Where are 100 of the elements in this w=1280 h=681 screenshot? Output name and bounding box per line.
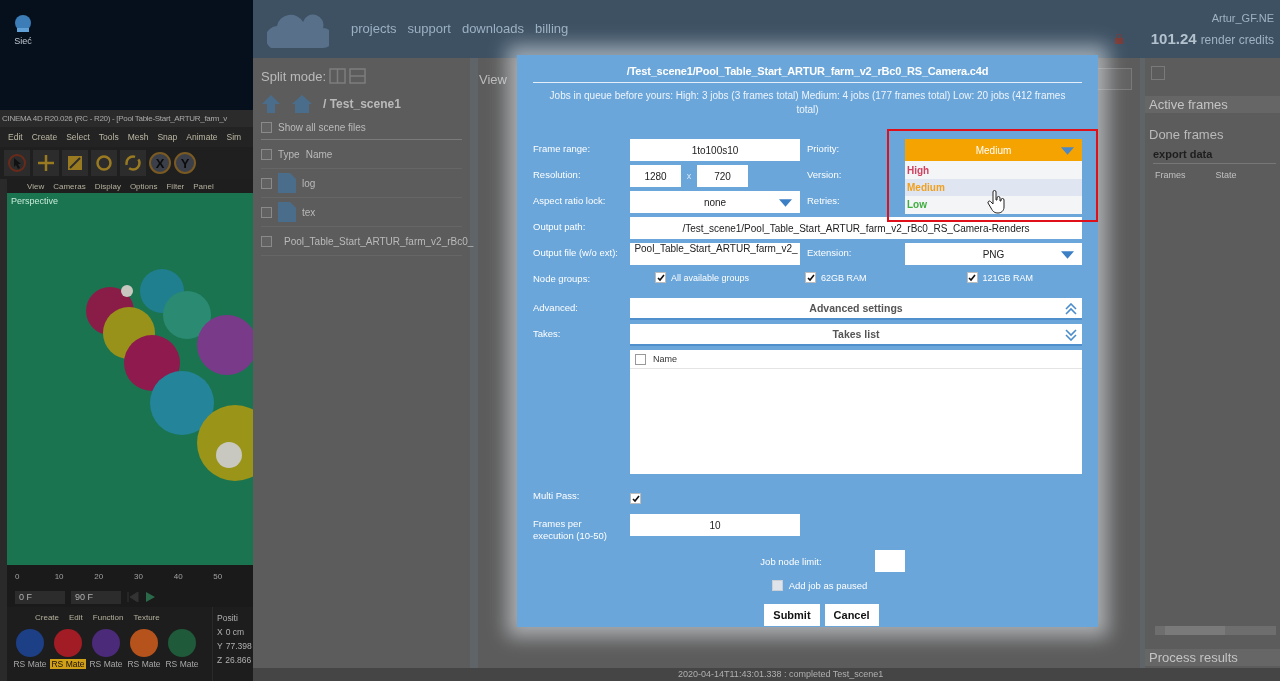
output-path-field[interactable]: /Test_scene1/Pool_Table_Start_ARTUR_farm_v2_rBc0_RS_Camera-Renders — [630, 217, 1082, 239]
menu-item[interactable]: Panel — [193, 181, 214, 191]
checkbox[interactable] — [261, 206, 272, 218]
field-label: Multi Pass: — [533, 489, 581, 501]
advanced-settings-header[interactable]: Advanced settings — [630, 298, 1082, 320]
file-name[interactable]: log — [302, 177, 316, 189]
checkbox[interactable] — [261, 177, 272, 189]
skip-back-icon[interactable] — [127, 592, 139, 602]
coordinate-field[interactable]: 77.398 — [225, 641, 252, 651]
menu-item[interactable]: Edit — [69, 613, 83, 622]
up-arrow-icon[interactable] — [261, 94, 281, 114]
checkbox[interactable] — [261, 148, 272, 160]
horizontal-split-icon[interactable] — [349, 68, 367, 84]
menu-item[interactable]: Create — [31, 132, 58, 142]
frame-range-field[interactable]: 1to100s10 — [630, 139, 800, 161]
material-swatch[interactable] — [53, 628, 83, 658]
material-label[interactable]: RS Mate — [126, 659, 162, 669]
menu-item[interactable]: Function — [92, 613, 124, 622]
split-mode-label: Split mode: — [261, 68, 327, 84]
menu-item[interactable]: Select — [66, 132, 90, 142]
checkbox[interactable] — [771, 580, 783, 591]
checkbox[interactable] — [805, 272, 817, 283]
checkbox[interactable] — [635, 353, 646, 365]
material-swatch[interactable] — [91, 628, 121, 658]
end-frame-field[interactable]: 90 F — [71, 590, 121, 604]
file-name[interactable]: Pool_Table_Start_ARTUR_farm_v2_rBc0_ — [284, 235, 474, 247]
menu-item[interactable]: View — [27, 181, 45, 191]
credits-amount: 101.24 — [1150, 29, 1197, 47]
checkbox[interactable] — [630, 493, 641, 504]
column-header: Name — [305, 148, 333, 160]
material-label[interactable]: RS Mate — [50, 659, 86, 669]
field-label: Aspect ratio lock: — [533, 194, 607, 206]
scale-icon[interactable] — [62, 150, 88, 176]
material-label[interactable]: RS Mate — [164, 659, 200, 669]
checkbox[interactable] — [261, 122, 272, 133]
axis-label: Y — [217, 641, 223, 651]
extension-dropdown[interactable]: PNG — [905, 243, 1082, 265]
field-label: Priority: — [806, 142, 841, 154]
menu-item[interactable]: Filter — [166, 181, 185, 191]
start-frame-field[interactable]: 0 F — [15, 590, 65, 604]
menu-item[interactable]: Animate — [186, 132, 218, 142]
window-title: CINEMA 4D R20.026 (RC - R20) - [Pool Table-Start_ARTUR_farm_v — [0, 110, 253, 127]
checkbox[interactable] — [966, 272, 978, 283]
material-swatch[interactable] — [15, 628, 45, 658]
network-icon[interactable] — [12, 14, 34, 34]
dropdown-option[interactable]: High — [905, 162, 1082, 179]
section-header[interactable]: Done frames — [1145, 113, 1280, 142]
rotate-icon[interactable] — [120, 150, 146, 176]
file-name[interactable]: tex — [302, 206, 316, 218]
dialog-button[interactable]: Submit — [764, 604, 820, 626]
scrollbar-thumb[interactable] — [1165, 626, 1225, 635]
play-icon[interactable] — [145, 592, 155, 602]
menu-item[interactable]: Snap — [157, 132, 178, 142]
coordinate-field[interactable]: 0 cm — [225, 627, 245, 637]
output-file-field[interactable]: Pool_Table_Start_ARTUR_farm_v2_ — [630, 243, 800, 265]
field-label: Version: — [806, 168, 843, 180]
coordinate-field[interactable]: 26.866 — [225, 655, 252, 665]
lock-icon — [1114, 33, 1123, 44]
takes-list-header[interactable]: Takes list — [630, 324, 1082, 346]
separator: x — [685, 171, 693, 181]
user-name[interactable]: Artur_GF.NE — [1211, 11, 1274, 24]
rotate-icon[interactable] — [91, 150, 117, 176]
menu-item[interactable]: Mesh — [127, 132, 149, 142]
nav-link[interactable]: projects — [351, 20, 397, 36]
menu-item[interactable]: Options — [129, 181, 158, 191]
checkbox[interactable] — [655, 272, 666, 283]
material-label[interactable]: RS Mate — [88, 659, 124, 669]
breadcrumb-path: / Test_scene1 — [323, 97, 401, 111]
job-node-limit-field[interactable] — [874, 550, 905, 572]
frames-per-execution-field[interactable]: 10 — [630, 514, 800, 536]
menu-item[interactable]: Create — [35, 613, 59, 622]
checkbox-label: 121GB RAM — [982, 272, 1034, 283]
column-header: Name — [653, 354, 677, 364]
height-field[interactable]: 720 — [697, 165, 748, 187]
vertical-split-icon[interactable] — [329, 68, 347, 84]
checkbox-label: 62GB RAM — [821, 272, 867, 283]
material-swatch[interactable] — [167, 628, 197, 658]
menu-item[interactable]: Edit — [8, 132, 23, 142]
menu-item[interactable]: Cameras — [53, 181, 86, 191]
nav-link[interactable]: downloads — [461, 20, 525, 36]
checkbox[interactable] — [261, 235, 272, 247]
pointer-icon[interactable] — [4, 150, 30, 176]
view-label: View — [479, 71, 507, 87]
menu-item[interactable]: Texture — [133, 613, 160, 622]
menu-item[interactable]: Sim — [226, 132, 242, 142]
material-label[interactable]: RS Mate — [12, 659, 48, 669]
width-field[interactable]: 1280 — [630, 165, 681, 187]
menu-item[interactable]: Tools — [98, 132, 119, 142]
timeline-tick: 50 — [213, 571, 224, 581]
material-swatch[interactable] — [129, 628, 159, 658]
nav-link[interactable]: support — [407, 20, 451, 36]
aspect-ratio-dropdown[interactable]: none — [630, 191, 800, 213]
double-chevron-down-icon — [1065, 329, 1077, 341]
nav-link[interactable]: billing — [535, 20, 569, 36]
menu-item[interactable]: Display — [94, 181, 121, 191]
expand-icon[interactable] — [1151, 66, 1165, 80]
dialog-button[interactable]: Cancel — [824, 604, 879, 626]
home-icon[interactable] — [291, 94, 313, 114]
move-icon[interactable] — [33, 150, 59, 176]
timeline-tick: 10 — [54, 571, 65, 581]
